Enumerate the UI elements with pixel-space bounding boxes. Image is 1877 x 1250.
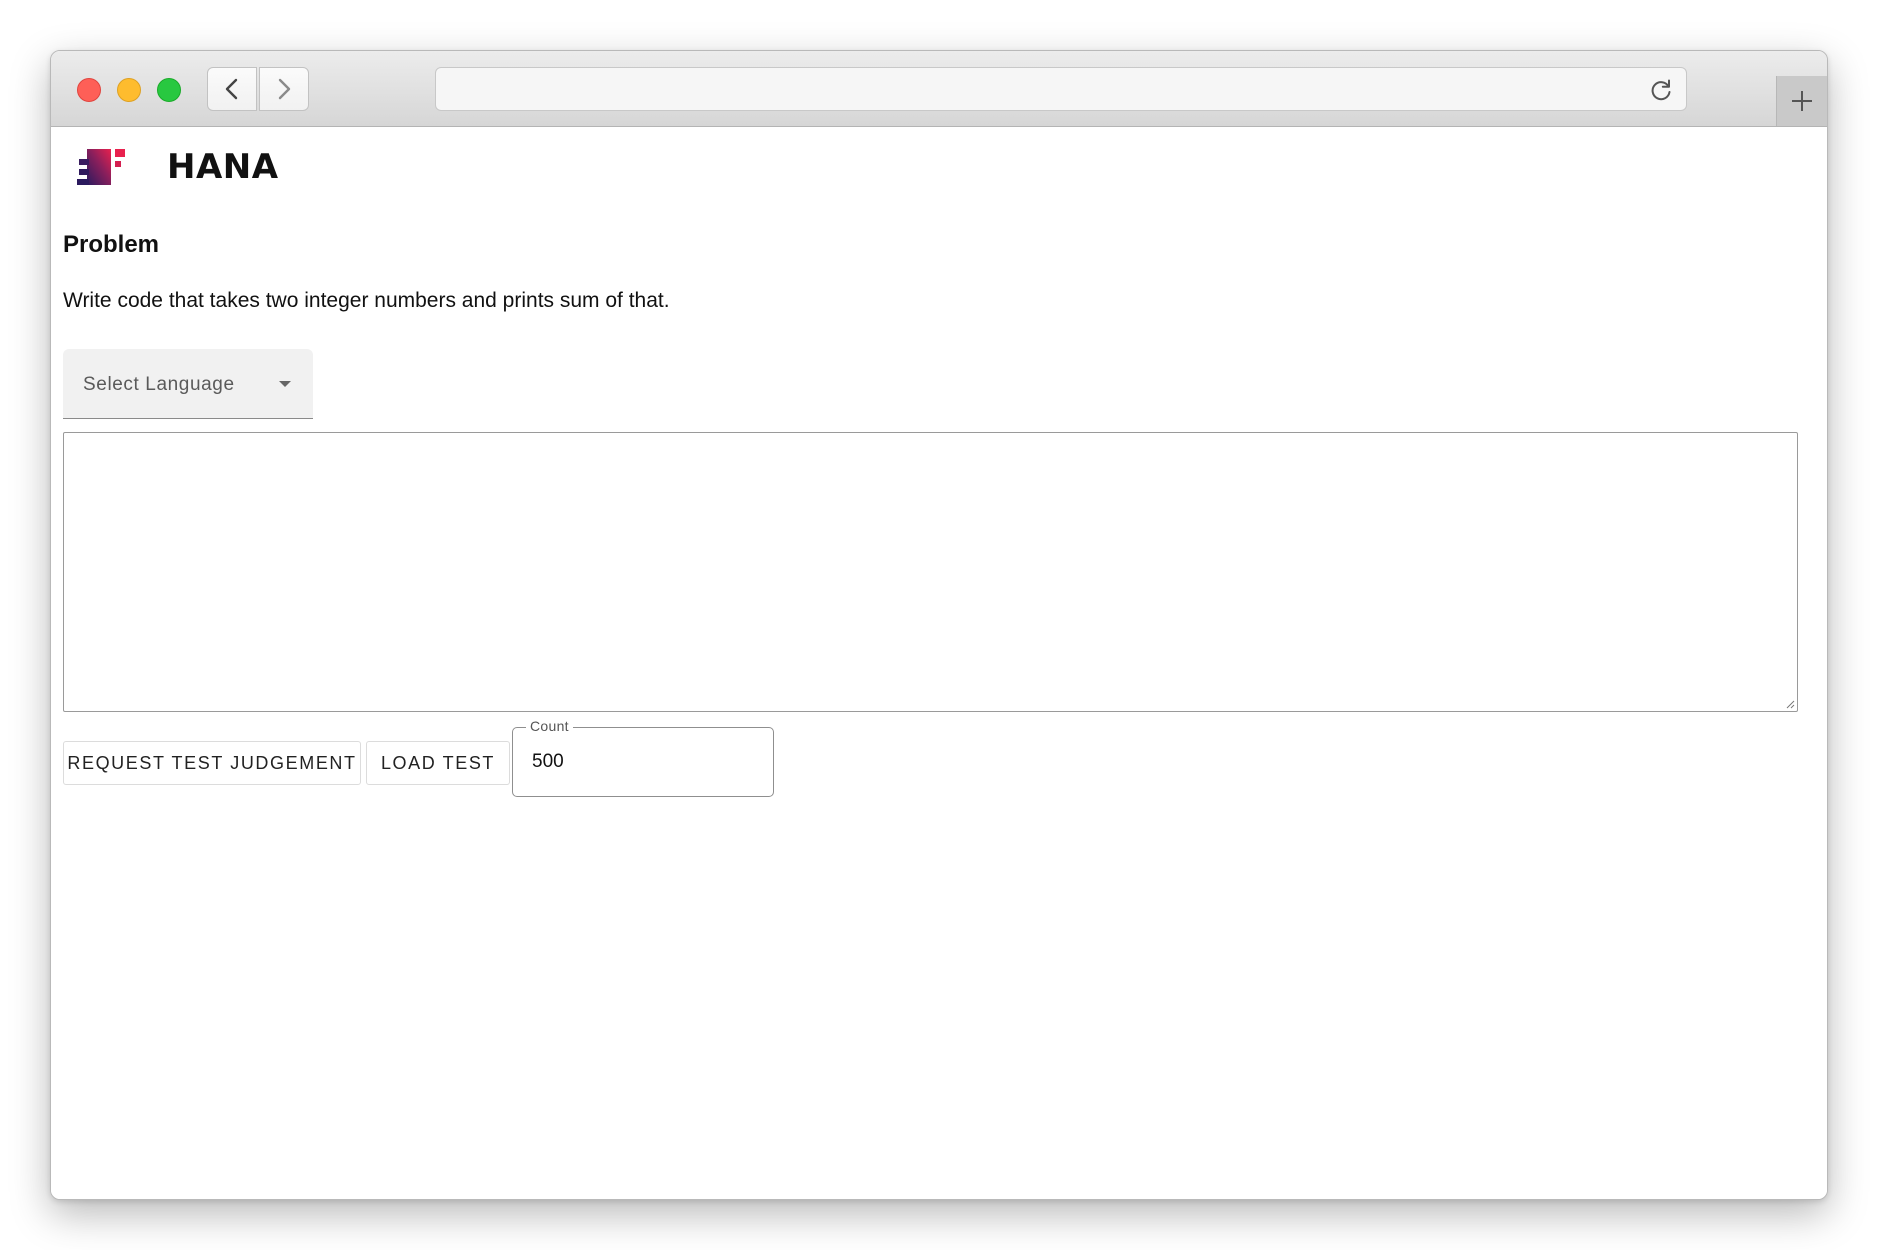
reload-icon[interactable] (1648, 77, 1674, 103)
browser-window: HANA Problem Write code that takes two i… (50, 50, 1828, 1200)
load-test-button[interactable]: LOAD TEST (366, 741, 510, 785)
language-select[interactable]: Select Language (63, 349, 313, 419)
forward-button[interactable] (259, 67, 309, 111)
problem-description: Write code that takes two integer number… (63, 289, 670, 312)
hana-logo (77, 149, 125, 185)
page-content: HANA Problem Write code that takes two i… (51, 127, 1827, 1199)
count-field[interactable]: Count 500 (512, 718, 774, 797)
code-editor[interactable] (63, 432, 1798, 712)
plus-icon (1792, 91, 1812, 111)
minimize-window-button[interactable] (117, 78, 141, 102)
language-select-label: Select Language (83, 374, 235, 395)
brand-header[interactable]: HANA (77, 147, 279, 187)
address-bar[interactable] (435, 67, 1687, 111)
maximize-window-button[interactable] (157, 78, 181, 102)
chevron-right-icon (278, 78, 291, 100)
new-tab-button[interactable] (1776, 76, 1827, 126)
back-button[interactable] (207, 67, 257, 111)
brand-name: HANA (167, 147, 279, 187)
screenshot-stage: HANA Problem Write code that takes two i… (0, 0, 1877, 1250)
request-test-judgement-button[interactable]: REQUEST TEST JUDGEMENT (63, 741, 361, 785)
count-label: Count (526, 718, 573, 734)
resize-handle-icon[interactable] (1785, 699, 1795, 709)
browser-toolbar (51, 51, 1827, 127)
caret-down-icon (279, 381, 291, 387)
close-window-button[interactable] (77, 78, 101, 102)
problem-title: Problem (63, 231, 160, 258)
chevron-left-icon (225, 78, 238, 100)
count-input[interactable]: 500 (532, 751, 564, 773)
